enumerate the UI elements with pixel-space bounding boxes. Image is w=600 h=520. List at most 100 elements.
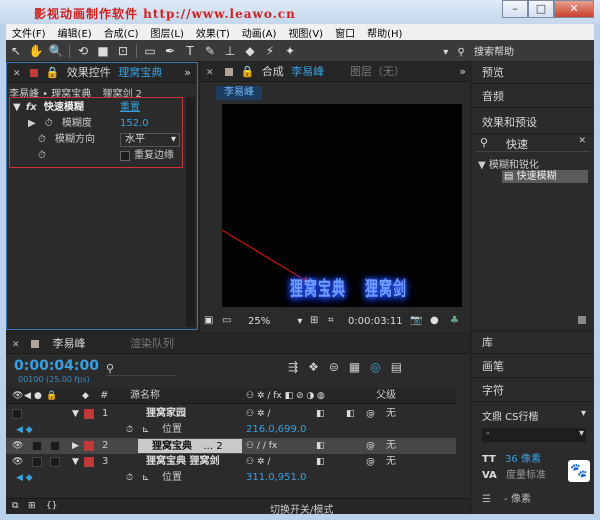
effect-list-item[interactable]: ▤ 快速模糊 [502,170,588,183]
layer-switches[interactable]: ◧ [316,406,325,422]
label-color[interactable] [84,409,94,419]
type-tool-icon[interactable]: T [180,42,200,60]
direction-select[interactable]: 水平 ▾ [120,133,180,147]
minimize-button[interactable]: – [502,0,528,18]
region-icon[interactable]: ▭ [222,315,231,326]
effects-search-input[interactable]: ⚲ 快速 ✕ [476,136,590,152]
tab-timeline[interactable]: ✕ 李易峰 [12,334,86,354]
in-out-icon[interactable]: {} [46,501,57,511]
position-value[interactable]: 311.0,951.0 [246,470,306,486]
solo-toggle[interactable] [32,441,42,451]
tab-composition[interactable]: ✕ 🔒 合成 李易峰 [206,62,324,82]
font-size-row[interactable]: TT 36 像素 [482,450,541,465]
parent-select[interactable]: 无 [386,438,396,454]
timecode[interactable]: 0:00:03:11 [348,316,403,327]
layer-switches[interactable]: ⚇ ∕ ∕ fx [246,438,277,454]
keyframe-nav-icon[interactable]: ◀ ◆ [16,470,33,486]
tab-footage[interactable]: 图层（无） [350,62,405,82]
layer-switches[interactable]: ◧ [316,438,325,454]
shape-tool-icon[interactable]: ▭ [140,42,160,60]
character-panel-header[interactable]: 字符 [472,380,594,402]
always-preview-icon[interactable]: ▣ [204,315,213,326]
effects-presets-header[interactable]: 效果和预设 [472,112,594,134]
column-parent[interactable]: 父级 [376,388,396,404]
expand-panel-icon[interactable]: ⧉ [12,501,18,511]
comp-navigator-chip[interactable]: 李易峰 [216,86,262,100]
clear-search-icon[interactable]: ✕ [578,136,586,146]
expand-pane-icon[interactable]: ⊞ [28,501,36,511]
menu-help[interactable]: 帮助(H) [361,25,408,40]
camera-tool-icon[interactable]: ■ [93,42,113,60]
stamp-tool-icon[interactable]: ⊥ [220,42,240,60]
expand-arrow-icon[interactable]: ▶ [72,438,79,454]
expand-arrow-icon[interactable]: ▼ [13,102,21,113]
property-row[interactable]: ◀ ◆ ⏱ ⊾ 位置 311.0,951.0 [6,470,456,486]
layer-switches[interactable]: ◧ [316,454,325,470]
hand-tool-icon[interactable]: ✋ [26,42,46,60]
menu-animation[interactable]: 动画(A) [236,25,283,40]
keyframe-nav-icon[interactable]: ◀ ◆ [16,422,33,438]
tab-render-queue[interactable]: 渲染队列 [130,334,174,354]
pen-tool-icon[interactable]: ✒ [160,42,180,60]
layer-switches[interactable]: ◧ [346,406,355,422]
graph-icon[interactable]: ⊾ [142,470,150,486]
menu-edit[interactable]: 编辑(E) [52,25,98,40]
roto-tool-icon[interactable]: ⚡ [260,42,280,60]
eye-icon[interactable]: 👁 [12,454,23,470]
stopwatch-icon[interactable]: ⏱ [126,470,133,486]
stroke-row[interactable]: ☰ - 像素 [482,490,531,505]
library-panel-header[interactable]: 库 [472,332,594,354]
tab-effect-controls[interactable]: ✕ 🔒 效果控件 理窝宝典 [13,63,162,83]
menu-view[interactable]: 视图(V) [282,25,329,40]
graph-icon[interactable]: ⊾ [142,422,150,438]
layer-row[interactable]: 👁 ▼ 3 狸窝宝典 狸窝剑 ⚇ ✲ ∕ ◧ @ 无 [6,454,456,470]
category-row[interactable]: ▼ 模糊和锐化 [478,156,539,171]
close-icon[interactable]: ✕ [12,340,20,350]
lock-toggle[interactable] [50,441,60,451]
expand-arrow-icon[interactable]: ▼ [72,454,79,470]
motion-blur-icon[interactable]: ◎ [370,360,380,374]
stopwatch-icon[interactable]: ⏱ [38,134,46,145]
pickwhip-icon[interactable]: @ [366,454,375,470]
fit-icon[interactable]: ⊞ [310,315,318,326]
pan-behind-tool-icon[interactable]: ⊡ [113,42,133,60]
eraser-tool-icon[interactable]: ◆ [240,42,260,60]
reset-link[interactable]: 重置 [120,100,140,116]
eye-icon[interactable]: 👁 [12,438,23,454]
pickwhip-icon[interactable]: @ [366,438,375,454]
expand-arrow-icon[interactable]: ▶ [28,118,36,129]
composition-viewer[interactable]: 狸窝宝典 狸窝剑 [222,104,462,307]
zoom-select[interactable]: 25% ▾ [248,316,302,327]
stopwatch-icon[interactable]: ⏱ [45,118,53,129]
color-icon[interactable]: ♣ [450,315,459,326]
font-style-select[interactable]: - ▾ [482,428,586,442]
font-family-select[interactable]: 文鼎 CS行楷 ▾ [482,408,586,423]
selection-tool-icon[interactable]: ↖ [6,42,26,60]
current-timecode[interactable]: 0:00:04:00 [14,358,99,374]
parent-select[interactable]: 无 [386,454,396,470]
puppet-tool-icon[interactable]: ✦ [280,42,300,60]
repeat-edge-checkbox[interactable] [120,151,130,161]
visibility-toggle[interactable] [12,409,22,419]
menu-effect[interactable]: 效果(T) [190,25,236,40]
audio-panel-header[interactable]: 音频 [472,86,594,108]
panel-menu-icon[interactable]: » [184,63,191,83]
lock-toggle[interactable] [50,457,60,467]
draft-3d-icon[interactable]: ❖ [308,360,319,374]
menu-composition[interactable]: 合成(C) [98,25,145,40]
label-color[interactable] [84,441,94,451]
fx-icon[interactable]: fx [26,102,37,113]
close-button[interactable]: ✕ [554,0,594,18]
brush-tool-icon[interactable]: ✎ [200,42,220,60]
brush-panel-header[interactable]: 画笔 [472,356,594,378]
transparency-grid-icon[interactable]: ⌗ [328,315,334,326]
zoom-tool-icon[interactable]: 🔍 [46,42,66,60]
panel-menu-icon[interactable]: » [459,62,466,82]
expand-arrow-icon[interactable]: ▼ [72,406,79,422]
blurriness-value[interactable]: 152.0 [120,116,149,132]
layer-switches[interactable]: ⚇ ✲ ∕ [246,454,270,470]
parent-select[interactable]: 无 [386,406,396,422]
menu-layer[interactable]: 图层(L) [144,25,189,40]
pickwhip-icon[interactable]: @ [366,406,375,422]
property-row[interactable]: ◀ ◆ ⏱ ⊾ 位置 216.0,699.0 [6,422,456,438]
